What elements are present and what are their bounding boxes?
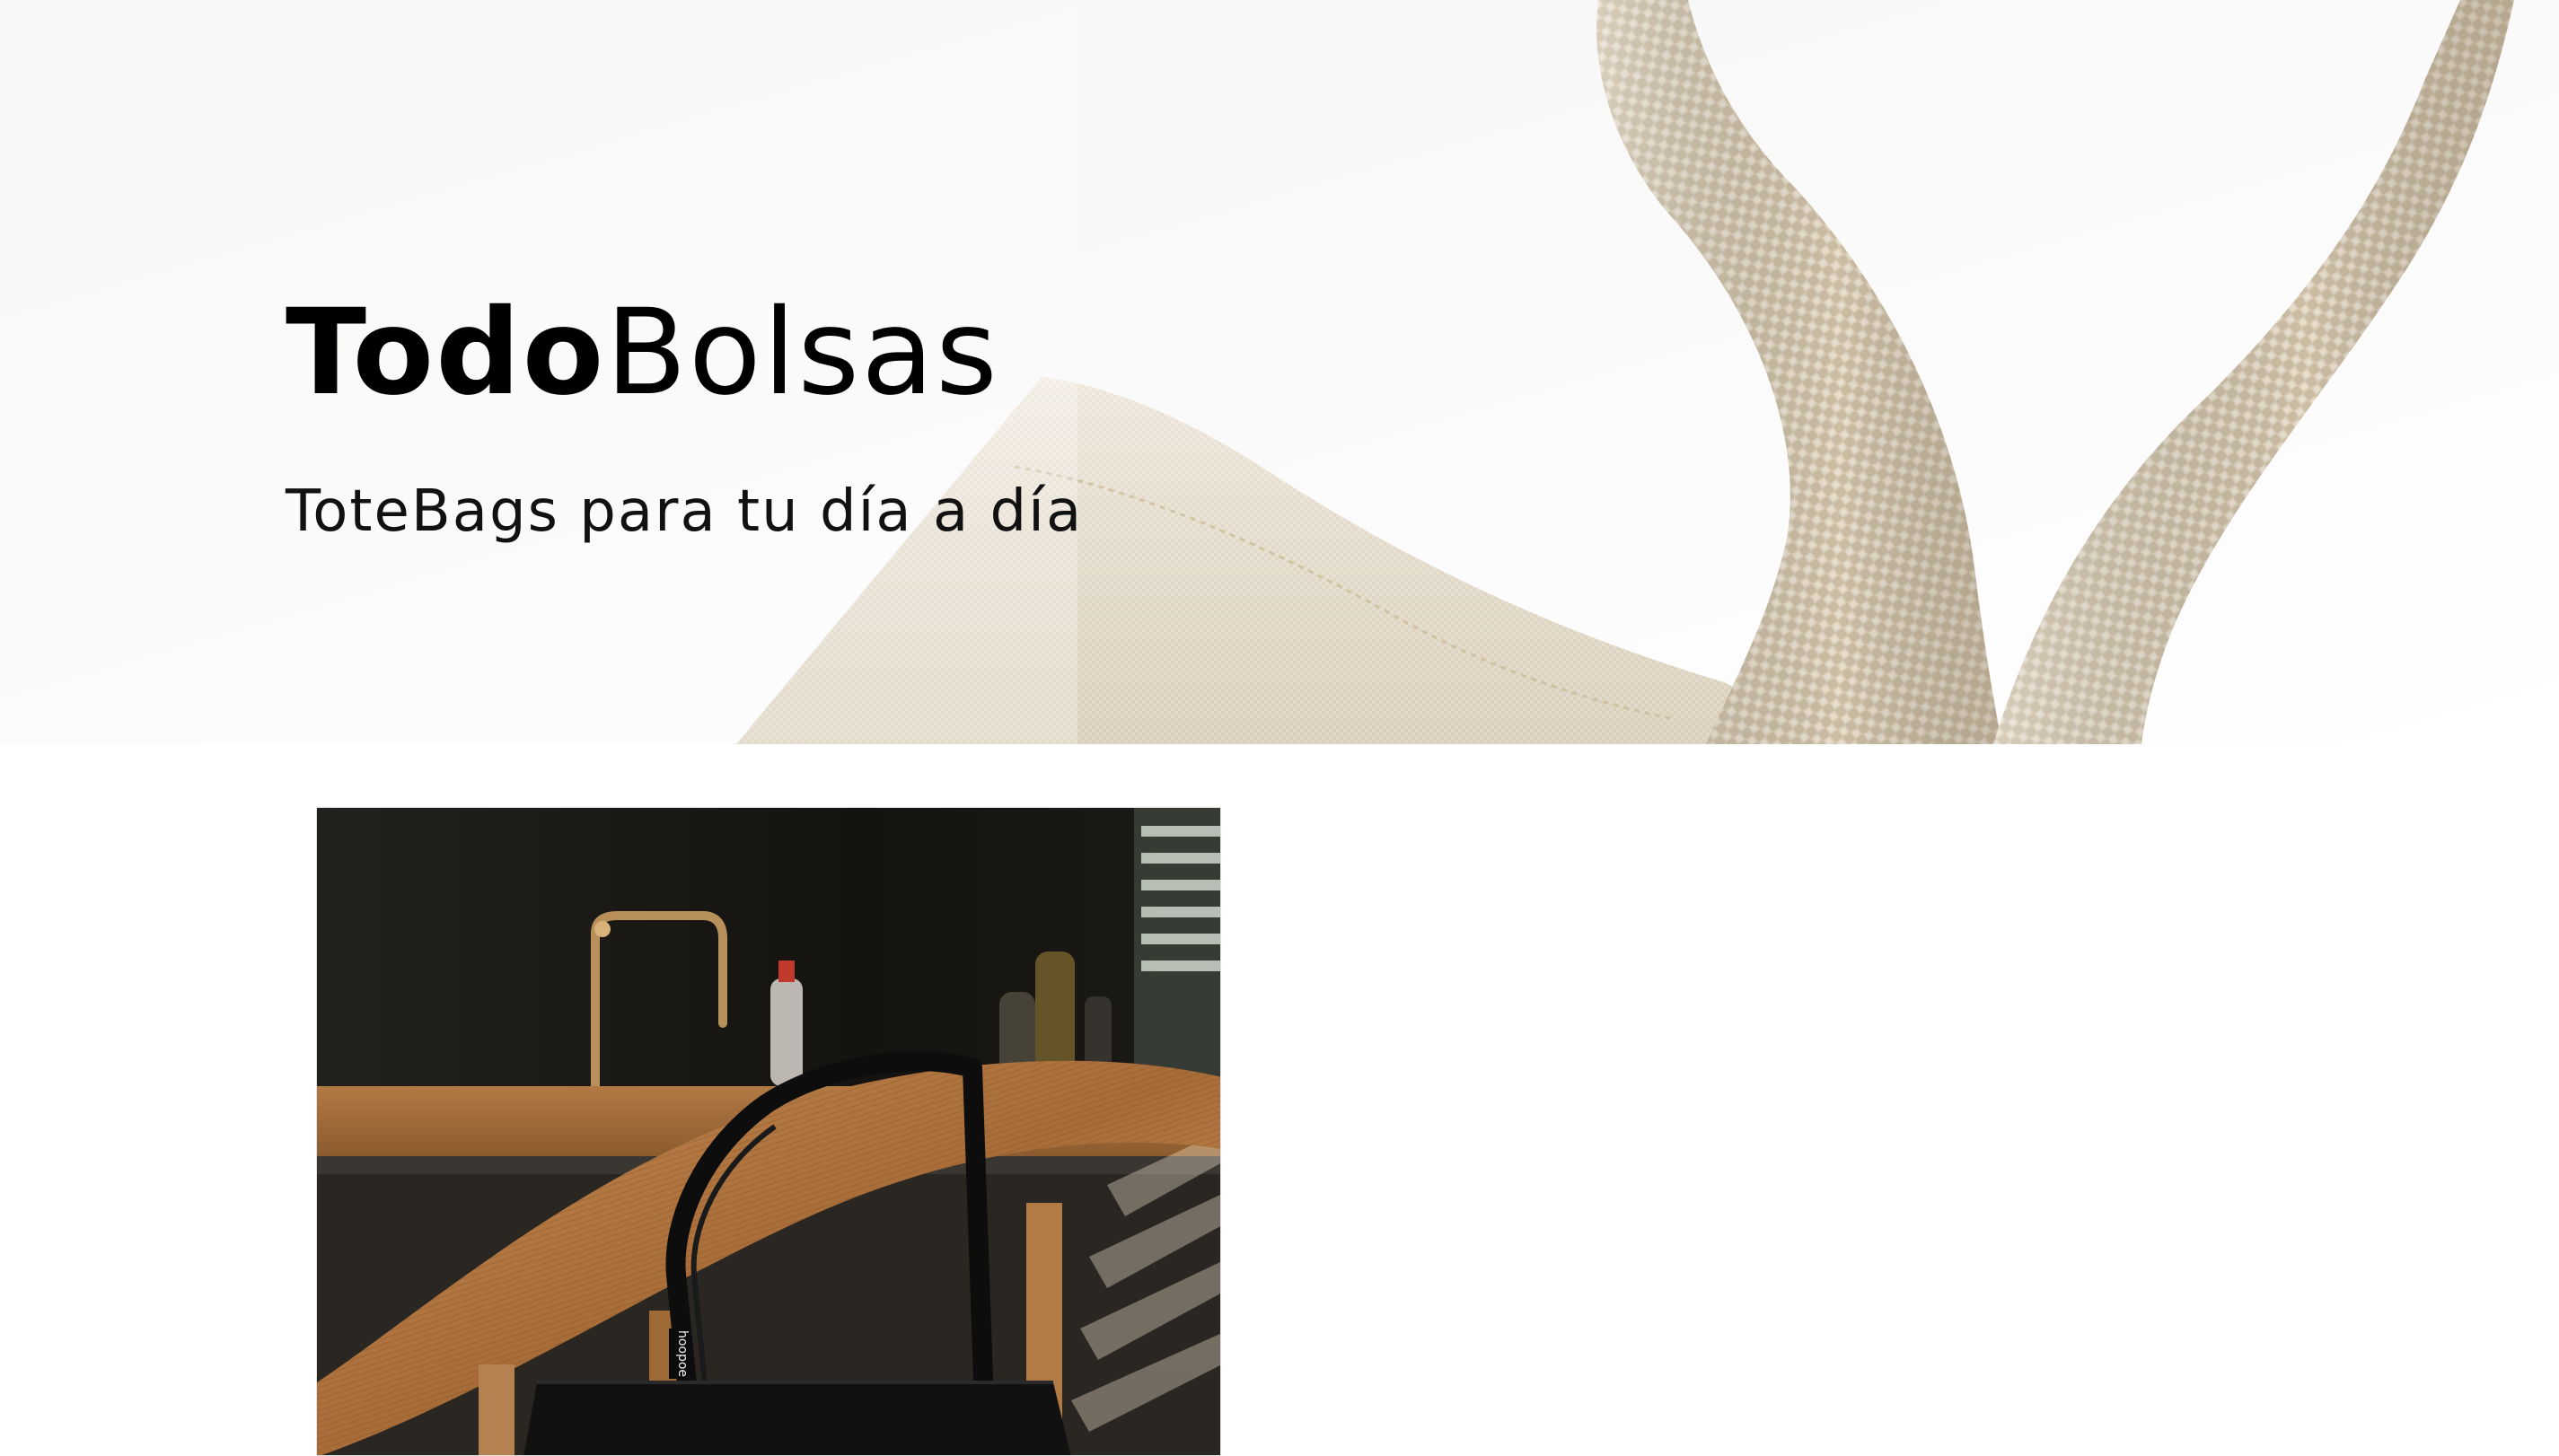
product-photo-black-tote-bag: hoopoe (317, 808, 1220, 1455)
site-title: TodoBolsas (286, 285, 999, 420)
hero-banner: TodoBolsas ToteBags para tu día a día (0, 0, 2559, 744)
site-tagline: ToteBags para tu día a día (286, 478, 1084, 545)
site-title-bold: Todo (286, 284, 606, 422)
page: TodoBolsas ToteBags para tu día a día ho… (0, 0, 2559, 1456)
product-card-image[interactable]: hoopoe (316, 807, 1221, 1456)
site-title-light: Bolsas (605, 284, 999, 422)
bag-tag-label: hoopoe (675, 1330, 690, 1377)
